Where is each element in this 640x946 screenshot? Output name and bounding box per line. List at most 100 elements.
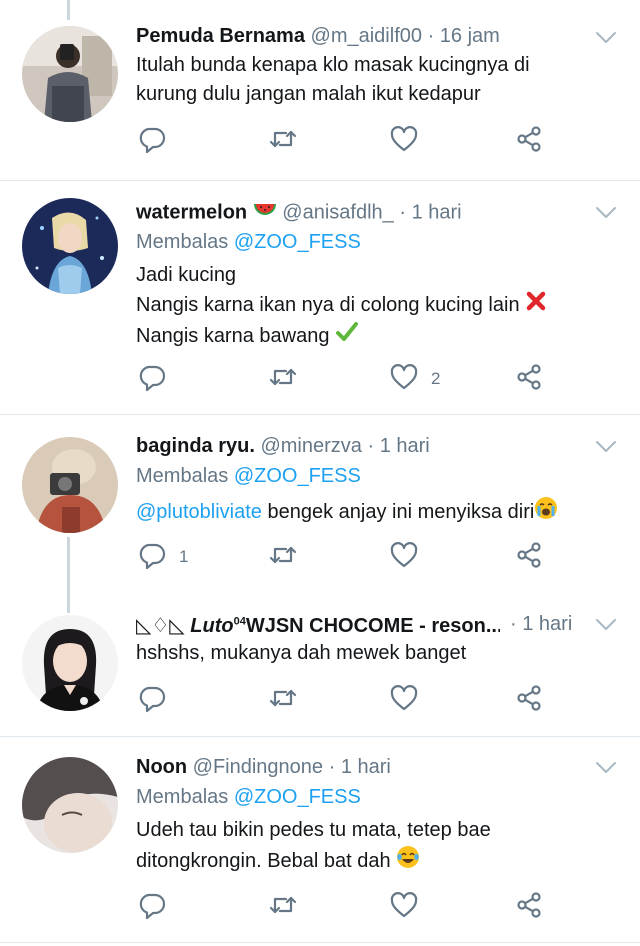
tweet-2[interactable]: watermelon @anisafdlh_ · 1 hari Membalas…: [0, 181, 640, 414]
chevron-down-icon[interactable]: [594, 617, 618, 633]
chevron-down-icon[interactable]: [594, 205, 618, 221]
timestamp[interactable]: 1 hari: [522, 613, 572, 635]
replying-to-label: Membalas: [136, 786, 229, 808]
crying-face-icon: [534, 496, 558, 529]
avatar[interactable]: [22, 757, 118, 853]
share-icon: [514, 362, 544, 397]
tweet-header: baginda ryu. @minerzva · 1 hari: [136, 435, 592, 458]
avatar[interactable]: [22, 198, 118, 294]
chevron-down-icon[interactable]: [594, 760, 618, 776]
divider: [0, 942, 640, 943]
tweet-text: Itulah bunda kenapa klo masak kucingnya …: [136, 51, 610, 109]
reply-button[interactable]: [137, 890, 167, 924]
timestamp[interactable]: 16 jam: [440, 25, 500, 47]
replying-to-handle[interactable]: @ZOO_FESS: [234, 231, 361, 253]
retweet-icon: [268, 540, 298, 575]
separator: ·: [367, 435, 375, 457]
share-icon: [514, 540, 544, 575]
share-button[interactable]: [514, 362, 544, 396]
watermelon-icon: [253, 201, 277, 225]
retweet-button[interactable]: [268, 890, 298, 924]
reply-icon: [137, 683, 167, 718]
retweet-icon: [268, 890, 298, 925]
separator: ·: [427, 25, 435, 47]
tweet-text-line: Jadi kucing: [136, 264, 237, 286]
user-handle[interactable]: @Findingnone: [193, 756, 323, 778]
reply-button[interactable]: [137, 683, 167, 717]
check-mark-icon: [335, 321, 359, 352]
replying-to-handle[interactable]: @ZOO_FESS: [234, 465, 361, 487]
tweet-actions: 1: [0, 540, 640, 574]
like-button[interactable]: [389, 683, 419, 717]
separator: ·: [328, 756, 336, 778]
like-button[interactable]: 2: [389, 362, 440, 396]
tweet-header: ◺♢◺ Luto04WJSN CHOCOME - reson...: [136, 613, 500, 638]
display-name[interactable]: baginda ryu.: [136, 435, 255, 457]
tweet-text-line: bengek anjay ini menyiksa diri: [267, 500, 535, 523]
heart-icon: [389, 683, 419, 718]
avatar[interactable]: [22, 26, 118, 122]
tweet-actions: [0, 124, 640, 158]
retweet-button[interactable]: [268, 683, 298, 717]
timestamp[interactable]: 1 hari: [380, 435, 430, 457]
replying-to-label: Membalas: [136, 231, 229, 253]
share-button[interactable]: [514, 683, 544, 717]
tweet-text-line: ditongkrongin. Bebal bat dah: [136, 845, 610, 878]
reply-icon: [137, 540, 167, 575]
share-icon: [514, 683, 544, 718]
name-rest: WJSN CHOCOME - reson...: [245, 615, 500, 637]
reply-icon: [137, 124, 167, 159]
tweet-1[interactable]: Pemuda Bernama @m_aidilf00 · 16 jam Itul…: [0, 0, 640, 180]
like-button[interactable]: [389, 124, 419, 158]
share-button[interactable]: [514, 890, 544, 924]
tweet-text-line: Nangis karna bawang: [136, 321, 610, 352]
retweet-button[interactable]: [268, 540, 298, 574]
heart-icon: [389, 124, 419, 159]
replying-to: Membalas @ZOO_FESS: [136, 465, 361, 488]
display-name[interactable]: watermelon: [136, 201, 247, 223]
display-name[interactable]: Noon: [136, 756, 187, 778]
display-name[interactable]: ◺♢◺ Luto04WJSN CHOCOME - reson...: [136, 615, 500, 637]
tweet-time: · 1 hari: [510, 613, 592, 636]
tweet-3[interactable]: baginda ryu. @minerzva · 1 hari Membalas…: [0, 415, 640, 595]
replying-to: Membalas @ZOO_FESS: [136, 231, 361, 254]
timestamp[interactable]: 1 hari: [341, 756, 391, 778]
reply-icon: [137, 890, 167, 925]
share-button[interactable]: [514, 124, 544, 158]
like-button[interactable]: [389, 890, 419, 924]
tweet-header: Noon @Findingnone · 1 hari: [136, 756, 592, 779]
chevron-down-icon[interactable]: [594, 30, 618, 46]
mention-link[interactable]: @plutobliviate: [136, 501, 262, 523]
user-handle[interactable]: @minerzva: [260, 435, 361, 457]
tweet-text: hshshs, mukanya dah mewek banget: [136, 639, 610, 668]
reply-button[interactable]: [137, 362, 167, 396]
like-button[interactable]: [389, 540, 419, 574]
reply-icon: [137, 362, 167, 397]
tweet-5[interactable]: Noon @Findingnone · 1 hari Membalas @ZOO…: [0, 737, 640, 942]
cross-mark-icon: [525, 290, 547, 321]
retweet-icon: [268, 124, 298, 159]
heart-icon: [389, 890, 419, 925]
separator: ·: [510, 613, 517, 635]
tweet-4[interactable]: ◺♢◺ Luto04WJSN CHOCOME - reson... · 1 ha…: [0, 595, 640, 736]
tweet-actions: [0, 683, 640, 717]
tweet-text-line: Nangis karna ikan nya di colong kucing l…: [136, 290, 610, 321]
avatar[interactable]: [22, 437, 118, 533]
reply-count: 1: [179, 547, 189, 566]
timestamp[interactable]: 1 hari: [412, 201, 462, 223]
replying-to-label: Membalas: [136, 465, 229, 487]
display-name[interactable]: Pemuda Bernama: [136, 25, 305, 47]
reply-button[interactable]: 1: [137, 540, 188, 574]
tweet-text: Udeh tau bikin pedes tu mata, tetep bae …: [136, 816, 610, 878]
retweet-button[interactable]: [268, 362, 298, 396]
share-button[interactable]: [514, 540, 544, 574]
user-handle[interactable]: @anisafdlh_: [282, 201, 393, 223]
retweet-button[interactable]: [268, 124, 298, 158]
reply-button[interactable]: [137, 124, 167, 158]
name-prefix: ◺♢◺: [136, 615, 185, 637]
replying-to-handle[interactable]: @ZOO_FESS: [234, 786, 361, 808]
name-italic: Luto: [190, 615, 234, 637]
chevron-down-icon[interactable]: [594, 439, 618, 455]
tweet-actions: [0, 890, 640, 924]
user-handle[interactable]: @m_aidilf00: [311, 25, 422, 47]
